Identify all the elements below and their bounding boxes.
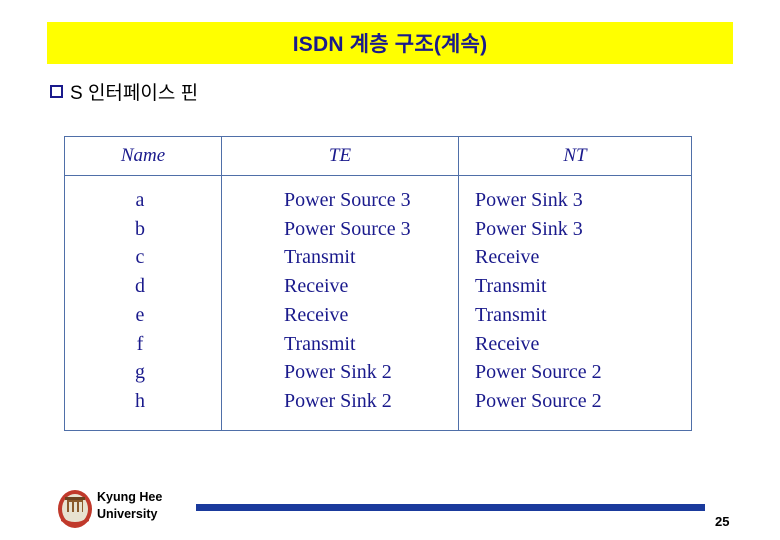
table-cell-nt: Power Sink 3: [475, 217, 583, 240]
table-cell-name: e: [135, 303, 145, 326]
table-cell-nt: Receive: [475, 246, 540, 269]
university-crest-icon: [58, 490, 92, 528]
table-cell-te: Transmit: [284, 246, 356, 269]
table-cell-nt: Transmit: [475, 275, 547, 298]
column-header-name: Name: [64, 136, 222, 176]
table-cell-name: c: [135, 246, 145, 269]
table-cell-te: Receive: [284, 275, 349, 298]
page-number: 25: [715, 514, 730, 529]
table-cell-nt: Transmit: [475, 303, 547, 326]
table-cell-te: Power Source 3: [284, 189, 411, 211]
column-header-te: TE: [221, 136, 459, 176]
table-cell-te: Transmit: [284, 332, 356, 355]
te-column-cell: Power Source 3 Power Source 3 Transmit R…: [221, 175, 459, 431]
column-header-nt: NT: [458, 136, 692, 176]
table-cell-nt: Power Source 2: [475, 361, 602, 384]
pin-assignment-table: Name TE NT a b c d e f g h Power Source …: [64, 136, 692, 431]
table-cell-name: b: [135, 217, 145, 240]
university-name-line1: Kyung Hee: [97, 490, 163, 504]
page-title: ISDN 계층 구조(계속): [292, 33, 488, 56]
nt-column-cell: Power Sink 3 Power Sink 3 Receive Transm…: [458, 175, 692, 431]
table-cell-te: Power Sink 2: [284, 389, 392, 412]
table-cell-name: d: [135, 275, 145, 298]
table-cell-name: h: [135, 389, 145, 412]
bullet-square-icon: [50, 85, 63, 98]
table-cell-nt: Receive: [475, 332, 540, 355]
table-cell-te: Power Source 3: [284, 217, 411, 240]
name-column-cell: a b c d e f g h: [64, 175, 222, 431]
table-header-row: Name TE NT: [64, 136, 692, 176]
table-cell-nt: Power Sink 3: [475, 189, 583, 211]
table-body-row: a b c d e f g h Power Source 3 Power Sou…: [64, 175, 692, 431]
table-cell-name: a: [135, 189, 145, 211]
table-cell-name: f: [136, 332, 144, 355]
footer-divider: [196, 504, 705, 511]
table-cell-nt: Power Source 2: [475, 389, 602, 412]
bullet-heading: S 인터페이스 핀: [50, 78, 198, 105]
table-cell-name: g: [135, 361, 145, 384]
table-cell-te: Receive: [284, 303, 349, 326]
university-name: Kyung Hee University: [97, 489, 162, 523]
slide-title-banner: ISDN 계층 구조(계속): [47, 22, 733, 64]
bullet-heading-label: S 인터페이스 핀: [70, 83, 199, 104]
university-name-line2: University: [97, 507, 158, 521]
table-cell-te: Power Sink 2: [284, 361, 392, 384]
